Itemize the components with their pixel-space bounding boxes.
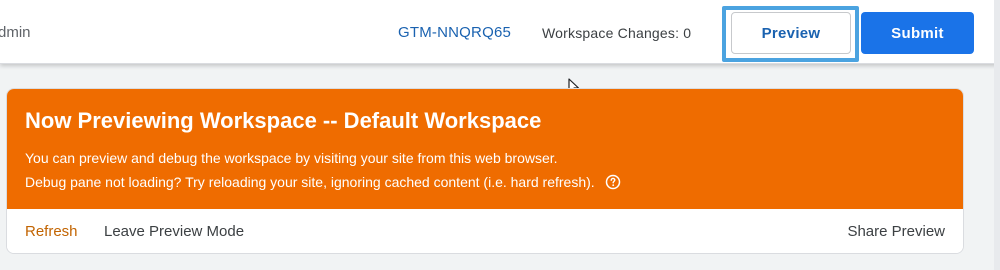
preview-mode-banner: Now Previewing Workspace -- Default Work… xyxy=(6,88,964,254)
banner-description: You can preview and debug the workspace … xyxy=(25,150,558,166)
banner-debug-hint: Debug pane not loading? Try reloading yo… xyxy=(25,174,621,190)
share-preview-link[interactable]: Share Preview xyxy=(847,223,945,240)
help-circle-icon[interactable] xyxy=(605,174,621,190)
account-name-text: dmin xyxy=(0,24,31,41)
banner-title: Now Previewing Workspace -- Default Work… xyxy=(25,108,542,133)
workspace-changes: Workspace Changes: 0 xyxy=(542,25,691,41)
preview-button[interactable]: Preview xyxy=(731,12,851,54)
scrollbar-edge xyxy=(994,0,1000,64)
banner-header: Now Previewing Workspace -- Default Work… xyxy=(7,89,963,209)
leave-preview-mode-link[interactable]: Leave Preview Mode xyxy=(104,223,244,240)
workspace-changes-label: Workspace Changes: xyxy=(542,25,680,41)
scrollbar-track[interactable] xyxy=(994,64,1000,270)
workspace-changes-count: 0 xyxy=(683,25,692,41)
refresh-link[interactable]: Refresh xyxy=(25,223,78,240)
banner-debug-hint-text: Debug pane not loading? Try reloading yo… xyxy=(25,174,595,190)
container-id-link[interactable]: GTM-NNQRQ65 xyxy=(398,24,511,41)
top-bar: dmin GTM-NNQRQ65 Workspace Changes: 0 Pre… xyxy=(0,0,1000,64)
submit-button[interactable]: Submit xyxy=(861,12,974,54)
banner-actions: Refresh Leave Preview Mode Share Preview xyxy=(7,209,963,253)
